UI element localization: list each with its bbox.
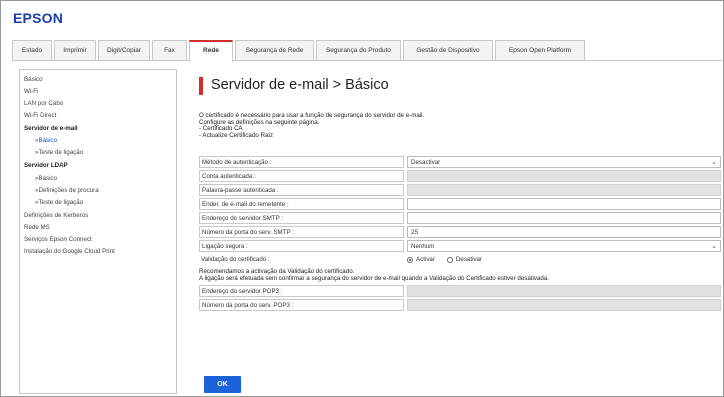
secure-connection-label: Ligação segura : — [199, 240, 404, 252]
smtp-address-label: Endereço do servidor SMTP : — [199, 212, 404, 224]
auth-account-label: Conta autenticada : — [199, 170, 404, 182]
radio-activar[interactable] — [407, 257, 413, 263]
row-cert-validation: Validação do certificado : Activar Desat… — [199, 254, 721, 266]
certificate-info: O certificado é necessário para usar a f… — [199, 112, 424, 139]
chevron-down-icon: ⌄ — [711, 243, 717, 250]
sender-address-label: Ender. de e-mail do remetente : — [199, 198, 404, 210]
sidebar-item-ldap-basico[interactable]: »Básico — [35, 175, 57, 182]
row-pop3-address: Endereço do servidor POP3 : — [199, 285, 721, 297]
row-pop3-port: Número da porta do serv. POP3 : — [199, 299, 721, 311]
smtp-port-label: Número da porta do serv. SMTP : — [199, 226, 404, 238]
sidebar-item-email-basico[interactable]: »Básico — [35, 137, 57, 144]
smtp-port-input[interactable]: 25 — [407, 226, 721, 238]
auth-password-label: Palavra-passe autenticada : — [199, 184, 404, 196]
tab-epson-open-platform[interactable]: Epson Open Platform — [495, 40, 585, 60]
tab-estado[interactable]: Estado — [12, 40, 52, 60]
sidebar-item-kerberos[interactable]: Definições de Kerberos — [24, 212, 88, 219]
pop3-address-input[interactable] — [407, 285, 721, 297]
page-title: Servidor de e-mail > Básico — [211, 77, 389, 93]
tab-gestao-dispositivo[interactable]: Gestão de Dispositivo — [403, 40, 493, 60]
sidebar-item-ldap-teste[interactable]: »Teste de ligação — [35, 199, 83, 206]
auth-password-input[interactable] — [407, 184, 721, 196]
sidebar-item-wifi-direct[interactable]: Wi-Fi Direct — [24, 112, 56, 119]
sidebar-item-rede-ms[interactable]: Rede MS — [24, 224, 50, 231]
sidebar-item-email-server[interactable]: Servidor de e-mail — [24, 125, 78, 132]
row-smtp-address: Endereço do servidor SMTP : — [199, 212, 721, 224]
tab-digit-copiar[interactable]: Digit/Copiar — [98, 40, 150, 60]
pop3-address-label: Endereço do servidor POP3 : — [199, 285, 404, 297]
sidebar-item-wifi[interactable]: Wi-Fi — [24, 88, 38, 95]
tab-fax[interactable]: Fax — [152, 40, 187, 60]
pop3-port-input[interactable] — [407, 299, 721, 311]
ok-button[interactable]: OK — [204, 376, 241, 393]
tab-seguranca-produto[interactable]: Segurança do Produto — [316, 40, 401, 60]
sidebar-item-epson-connect[interactable]: Serviços Epson Connect — [24, 236, 92, 243]
sidebar-item-ldap-procura[interactable]: »Definições de procura — [35, 187, 99, 194]
cert-validation-radios: Activar Desativar — [407, 254, 494, 266]
sidebar-item-ldap[interactable]: Servidor LDAP — [24, 162, 68, 169]
radio-desativar-label[interactable]: Desativar — [456, 254, 482, 266]
pop3-port-label: Número da porta do serv. POP3 : — [199, 299, 404, 311]
row-auth-account: Conta autenticada : — [199, 170, 721, 182]
row-secure-connection: Ligação segura : Nenhum ⌄ — [199, 240, 721, 252]
notice-line: A ligação será efetuada sem confirmar a … — [199, 275, 550, 283]
cert-notice: Recomendamos a activação da Validação do… — [199, 268, 549, 283]
notice-line: Recomendamos a activação da Validação do… — [199, 268, 355, 275]
tab-seguranca-rede[interactable]: Segurança de Rede — [235, 40, 314, 60]
info-line: - Actualize Certificado Raiz — [199, 131, 273, 139]
row-sender-address: Ender. de e-mail do remetente : — [199, 198, 721, 210]
tab-rede[interactable]: Rede — [189, 40, 233, 62]
cert-validation-label: Validação do certificado : — [199, 254, 404, 266]
secure-connection-value: Nenhum — [411, 243, 435, 250]
smtp-address-input[interactable] — [407, 212, 721, 224]
auth-method-value: Desactivar — [411, 159, 441, 166]
main-tabs: Estado Imprimir Digit/Copiar Fax Rede Se… — [12, 40, 722, 62]
sidebar-item-email-teste[interactable]: »Teste de ligação — [35, 149, 83, 156]
radio-activar-label[interactable]: Activar — [416, 254, 435, 266]
sidebar-item-basico[interactable]: Básico — [24, 76, 43, 83]
auth-account-input[interactable] — [407, 170, 721, 182]
row-auth-password: Palavra-passe autenticada : — [199, 184, 721, 196]
sidebar-item-lan[interactable]: LAN por Cabo — [24, 100, 63, 107]
radio-desativar[interactable] — [446, 257, 453, 263]
row-auth-method: Método de autenticação : Desactivar ⌄ — [199, 156, 721, 168]
chevron-down-icon: ⌄ — [711, 159, 717, 166]
title-accent-bar — [199, 77, 203, 95]
row-smtp-port: Número da porta do serv. SMTP : 25 — [199, 226, 721, 238]
auth-method-select[interactable]: Desactivar ⌄ — [407, 156, 721, 168]
sender-address-input[interactable] — [407, 198, 721, 210]
sidebar-item-google-cloud-print[interactable]: Instalação do Google Cloud Print — [24, 248, 115, 255]
epson-logo: EPSON — [13, 10, 64, 26]
tab-imprimir[interactable]: Imprimir — [54, 40, 96, 60]
secure-connection-select[interactable]: Nenhum ⌄ — [407, 240, 721, 252]
auth-method-label: Método de autenticação : — [199, 156, 404, 168]
